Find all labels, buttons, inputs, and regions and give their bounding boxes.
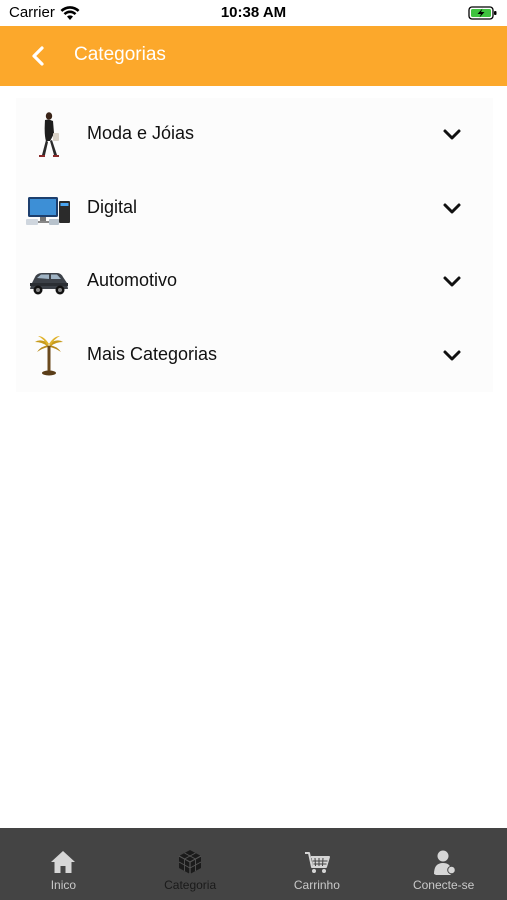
user-icon <box>433 850 456 875</box>
tab-label: Inico <box>50 878 77 892</box>
category-label: Digital <box>87 196 138 217</box>
tab-label: Conecte-se <box>412 878 475 892</box>
page-title: Categorias <box>74 44 166 65</box>
app-header: Categorias <box>0 26 507 86</box>
tab-label: Categoria <box>164 878 217 892</box>
chevron-down-icon[interactable] <box>441 198 463 220</box>
tab-conecte-se[interactable]: Conecte-se <box>380 828 507 900</box>
clock-label: 10:38 AM <box>220 4 287 21</box>
category-item-mais-categorias[interactable]: Mais Categorias <box>16 319 493 393</box>
car-thumbnail <box>24 257 74 307</box>
electronics-thumbnail <box>24 184 74 234</box>
tab-inicio[interactable]: Inico <box>0 828 127 900</box>
tab-carrinho[interactable]: Carrinho <box>254 828 381 900</box>
bottom-tab-bar: Inico Categoria Carrinho Conecte-se <box>0 828 507 900</box>
category-item-automotivo[interactable]: Automotivo <box>16 245 493 319</box>
category-label: Moda e Jóias <box>87 123 195 143</box>
fashion-thumbnail <box>24 110 74 160</box>
chevron-down-icon[interactable] <box>441 124 463 146</box>
status-bar: Carrier 10:38 AM <box>0 0 507 26</box>
category-label: Mais Categorias <box>87 343 218 364</box>
battery-charging-icon <box>468 6 497 20</box>
cube-icon <box>178 850 202 874</box>
home-icon <box>51 851 76 873</box>
chevron-down-icon[interactable] <box>441 271 463 293</box>
palm-tree-thumbnail <box>24 331 74 381</box>
cart-icon <box>304 852 330 873</box>
tab-categoria[interactable]: Categoria <box>127 828 254 900</box>
chevron-down-icon[interactable] <box>441 345 463 367</box>
category-item-moda-e-joias[interactable]: Moda e Jóias <box>16 98 493 172</box>
category-label: Automotivo <box>87 270 178 290</box>
back-button[interactable] <box>22 40 54 72</box>
app-screen: Carrier 10:38 AM Categorias Moda e Jóias… <box>0 0 507 900</box>
tab-label: Carrinho <box>293 878 340 892</box>
category-list: Moda e Jóias Digital Automotivo Mais Cat… <box>16 98 493 392</box>
chevron-left-icon <box>32 46 44 66</box>
category-item-digital[interactable]: Digital <box>16 172 493 246</box>
